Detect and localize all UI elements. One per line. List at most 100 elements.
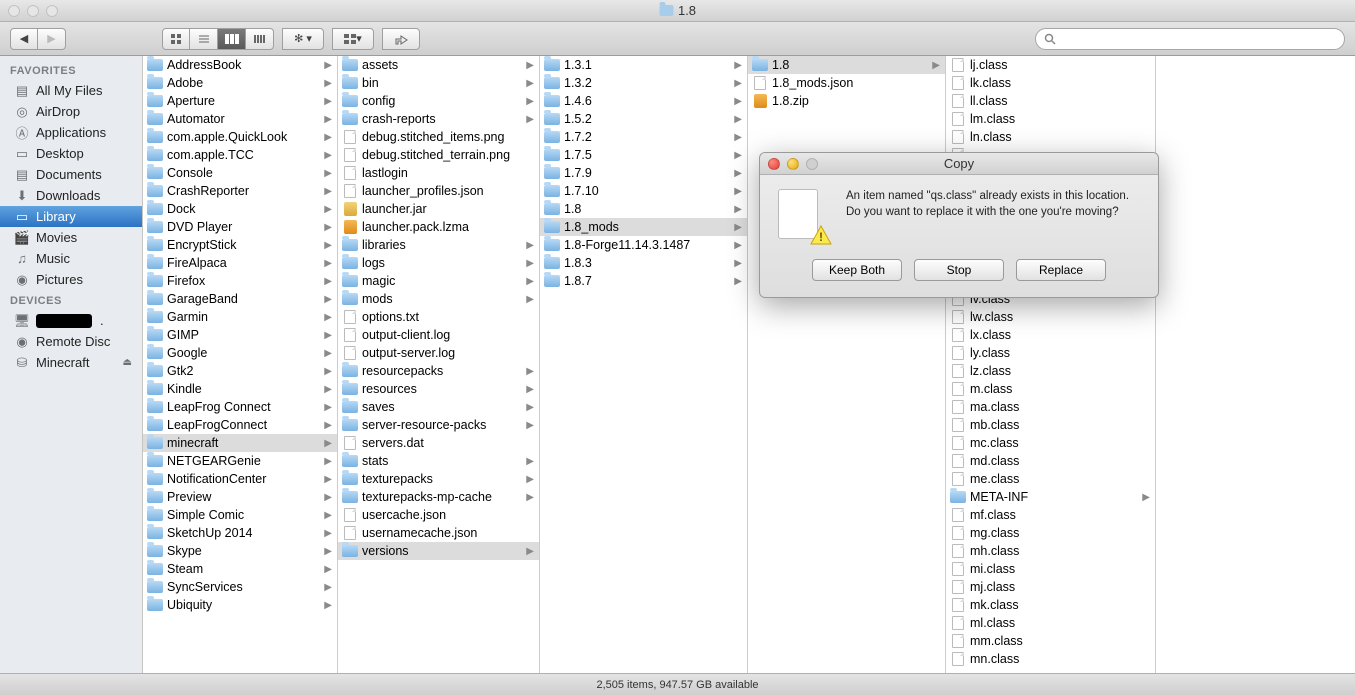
sidebar-item-music[interactable]: ♫Music [0,248,142,269]
file-row[interactable]: me.class [946,470,1155,488]
file-row[interactable]: output-server.log [338,344,539,362]
file-row[interactable]: assets▶ [338,56,539,74]
file-row[interactable]: LeapFrog Connect▶ [143,398,337,416]
sidebar-item-all-my-files[interactable]: ▤All My Files [0,80,142,101]
file-row[interactable]: debug.stitched_items.png [338,128,539,146]
sidebar-item-downloads[interactable]: ⬇Downloads [0,185,142,206]
file-row[interactable]: launcher.jar [338,200,539,218]
file-row[interactable]: Automator▶ [143,110,337,128]
forward-button[interactable]: ▶ [38,28,66,50]
file-row[interactable]: 1.3.2▶ [540,74,747,92]
column-view-button[interactable] [218,28,246,50]
share-button[interactable] [382,28,420,50]
file-row[interactable]: EncryptStick▶ [143,236,337,254]
file-row[interactable]: md.class [946,452,1155,470]
icon-view-button[interactable] [162,28,190,50]
file-row[interactable]: ml.class [946,614,1155,632]
file-row[interactable]: com.apple.TCC▶ [143,146,337,164]
file-row[interactable]: saves▶ [338,398,539,416]
file-row[interactable]: 1.5.2▶ [540,110,747,128]
file-row[interactable]: 1.3.1▶ [540,56,747,74]
file-row[interactable]: options.txt [338,308,539,326]
file-row[interactable]: GIMP▶ [143,326,337,344]
file-column[interactable]: AddressBook▶Adobe▶Aperture▶Automator▶com… [143,56,338,673]
file-row[interactable]: debug.stitched_terrain.png [338,146,539,164]
file-row[interactable]: logs▶ [338,254,539,272]
file-row[interactable]: texturepacks▶ [338,470,539,488]
file-row[interactable]: usernamecache.json [338,524,539,542]
file-row[interactable]: mg.class [946,524,1155,542]
file-row[interactable]: Console▶ [143,164,337,182]
file-row[interactable]: com.apple.QuickLook▶ [143,128,337,146]
file-row[interactable]: usercache.json [338,506,539,524]
file-row[interactable]: versions▶ [338,542,539,560]
close-button[interactable] [8,5,20,17]
file-row[interactable]: 1.8-Forge11.14.3.1487▶ [540,236,747,254]
file-row[interactable]: Steam▶ [143,560,337,578]
file-row[interactable]: CrashReporter▶ [143,182,337,200]
back-button[interactable]: ◀ [10,28,38,50]
file-row[interactable]: 1.8▶ [748,56,945,74]
file-row[interactable]: Google▶ [143,344,337,362]
file-row[interactable]: Skype▶ [143,542,337,560]
file-row[interactable]: minecraft▶ [143,434,337,452]
file-row[interactable]: ll.class [946,92,1155,110]
file-row[interactable]: lm.class [946,110,1155,128]
file-row[interactable]: NotificationCenter▶ [143,470,337,488]
sidebar-item-airdrop[interactable]: ◎AirDrop [0,101,142,122]
zoom-button[interactable] [46,5,58,17]
file-row[interactable]: META-INF▶ [946,488,1155,506]
file-row[interactable]: FireAlpaca▶ [143,254,337,272]
file-row[interactable]: mk.class [946,596,1155,614]
file-row[interactable]: mb.class [946,416,1155,434]
file-row[interactable]: 1.8_mods.json [748,74,945,92]
file-row[interactable]: magic▶ [338,272,539,290]
file-row[interactable]: libraries▶ [338,236,539,254]
file-row[interactable]: mn.class [946,650,1155,668]
file-row[interactable]: LeapFrogConnect▶ [143,416,337,434]
file-row[interactable]: launcher.pack.lzma [338,218,539,236]
file-row[interactable]: server-resource-packs▶ [338,416,539,434]
file-row[interactable]: launcher_profiles.json [338,182,539,200]
file-row[interactable]: lj.class [946,56,1155,74]
file-row[interactable]: 1.8.3▶ [540,254,747,272]
file-row[interactable]: 1.8.zip [748,92,945,110]
sidebar-device[interactable]: ◉Remote Disc [0,331,142,352]
file-row[interactable]: Garmin▶ [143,308,337,326]
file-row[interactable]: Adobe▶ [143,74,337,92]
file-row[interactable]: Dock▶ [143,200,337,218]
file-row[interactable]: lw.class [946,308,1155,326]
file-row[interactable]: SketchUp 2014▶ [143,524,337,542]
file-row[interactable]: Gtk2▶ [143,362,337,380]
file-row[interactable]: 1.8.7▶ [540,272,747,290]
file-row[interactable]: ln.class [946,128,1155,146]
file-row[interactable]: GarageBand▶ [143,290,337,308]
file-row[interactable]: DVD Player▶ [143,218,337,236]
file-row[interactable]: 1.7.9▶ [540,164,747,182]
file-row[interactable]: Simple Comic▶ [143,506,337,524]
file-row[interactable]: stats▶ [338,452,539,470]
file-row[interactable]: Ubiquity▶ [143,596,337,614]
file-row[interactable]: mj.class [946,578,1155,596]
dialog-minimize-button[interactable] [787,158,799,170]
file-row[interactable]: 1.8▶ [540,200,747,218]
file-row[interactable]: servers.dat [338,434,539,452]
sidebar-device[interactable]: ⛁Minecraft⏏ [0,352,142,373]
file-row[interactable]: Kindle▶ [143,380,337,398]
sidebar-item-movies[interactable]: 🎬Movies [0,227,142,248]
list-view-button[interactable] [190,28,218,50]
file-row[interactable]: ly.class [946,344,1155,362]
keep-both-button[interactable]: Keep Both [812,259,902,281]
file-row[interactable]: mh.class [946,542,1155,560]
file-row[interactable]: lk.class [946,74,1155,92]
file-row[interactable]: SyncServices▶ [143,578,337,596]
file-row[interactable]: lx.class [946,326,1155,344]
arrange-menu-button[interactable]: ▾ [332,28,374,50]
replace-button[interactable]: Replace [1016,259,1106,281]
file-row[interactable]: 1.7.2▶ [540,128,747,146]
eject-icon[interactable]: ⏏ [123,357,132,368]
sidebar-item-documents[interactable]: ▤Documents [0,164,142,185]
file-row[interactable]: mc.class [946,434,1155,452]
file-row[interactable]: mi.class [946,560,1155,578]
file-row[interactable]: ma.class [946,398,1155,416]
